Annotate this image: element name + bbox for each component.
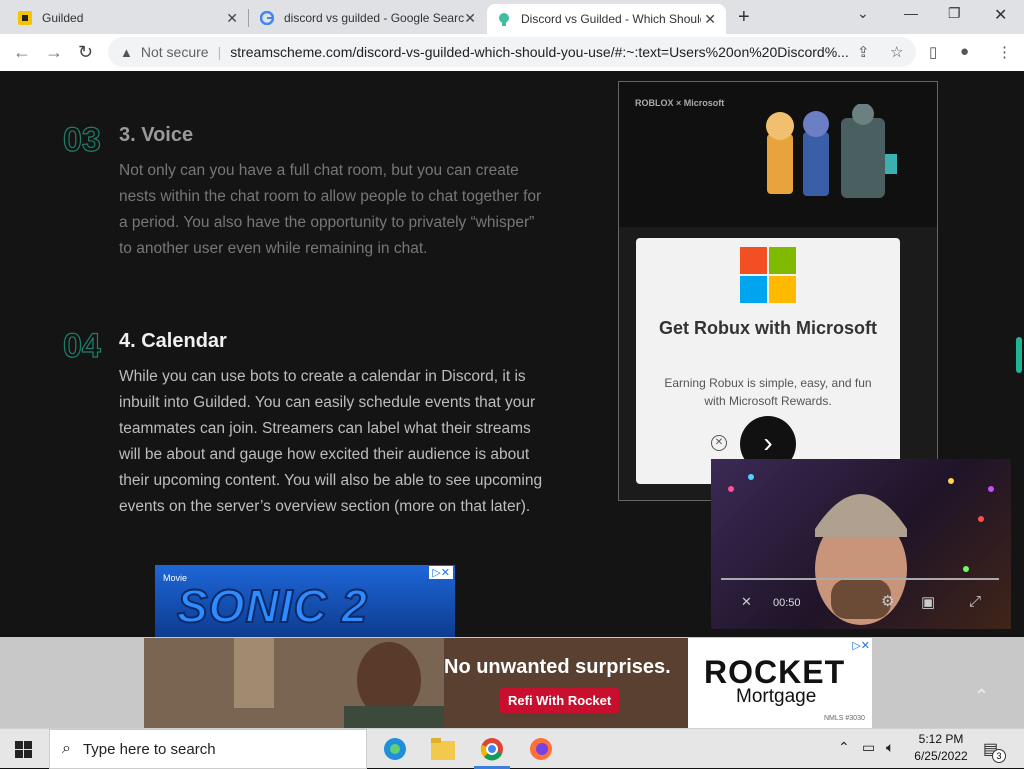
ad-photo bbox=[144, 638, 444, 728]
back-icon[interactable]: ← bbox=[13, 42, 31, 63]
tab-search-icon[interactable]: ⌄ bbox=[857, 5, 869, 22]
browser-chrome: Guilded ✕ discord vs guilded - Google Se… bbox=[0, 0, 1024, 71]
streamscheme-favicon-icon bbox=[499, 13, 509, 26]
section-number: 04 bbox=[62, 326, 101, 365]
tray-chevron-icon[interactable]: ⌃ bbox=[838, 739, 850, 756]
ad-choices-icon[interactable]: ▷✕ bbox=[429, 566, 453, 579]
url-text[interactable]: streamscheme.com/discord-vs-guilded-whic… bbox=[230, 44, 850, 60]
roblox-characters-image bbox=[766, 104, 897, 198]
section-body: While you can use bots to create a calen… bbox=[119, 368, 543, 515]
file-explorer-icon[interactable] bbox=[431, 738, 455, 760]
share-icon[interactable]: ⇪ bbox=[857, 43, 870, 61]
tab-discord-vs-guilded[interactable]: Discord vs Guilded - Which Should You Us… bbox=[487, 4, 726, 34]
new-tab-icon[interactable]: + bbox=[738, 6, 750, 29]
settings-icon[interactable]: ⚙ bbox=[881, 592, 894, 610]
video-time: 00:50 bbox=[773, 597, 801, 609]
security-label[interactable]: Not secure bbox=[141, 44, 209, 60]
section-number: 03 bbox=[62, 120, 101, 159]
guilded-favicon-icon bbox=[18, 11, 32, 25]
network-icon[interactable]: ▭ bbox=[862, 739, 875, 756]
search-icon: ⌕ bbox=[62, 740, 71, 757]
ad-card: Get Robux with Microsoft Earning Robux i… bbox=[636, 238, 900, 484]
scroll-up-icon[interactable]: ⌃ bbox=[974, 686, 989, 707]
search-placeholder: Type here to search bbox=[82, 740, 216, 758]
forward-icon[interactable]: → bbox=[45, 42, 63, 63]
address-bar[interactable]: ▲ Not secure | streamscheme.com/discord-… bbox=[108, 37, 916, 67]
picture-in-picture-icon[interactable]: ▣ bbox=[921, 593, 935, 611]
ad-cta-button[interactable]: Refi With Rocket bbox=[500, 688, 620, 713]
restore-icon[interactable]: ❐ bbox=[948, 5, 961, 22]
ad-close-icon[interactable]: ✕ bbox=[711, 435, 727, 451]
ad-title: SONIC 2 bbox=[176, 579, 369, 633]
warning-icon[interactable]: ▲ bbox=[120, 45, 133, 60]
firefox-icon[interactable] bbox=[529, 737, 553, 761]
edge-icon[interactable] bbox=[383, 737, 407, 761]
google-favicon-icon bbox=[260, 11, 274, 25]
microsoft-logo-icon bbox=[740, 247, 796, 303]
mute-icon[interactable]: ✕ bbox=[741, 594, 752, 610]
tab-guilded[interactable]: Guilded ✕ bbox=[8, 4, 248, 32]
ad-headline: No unwanted surprises. bbox=[444, 656, 671, 678]
sonic-movie-ad[interactable]: Movie SONIC 2 ▷✕ bbox=[155, 565, 455, 637]
streamer-video-frame bbox=[728, 474, 994, 625]
divider: | bbox=[217, 44, 222, 60]
scrollbar-thumb[interactable] bbox=[1016, 337, 1022, 373]
page-content: 03 3. Voice Not only can you have a full… bbox=[0, 71, 1024, 637]
volume-icon[interactable]: 🔈︎ bbox=[886, 739, 894, 756]
rocket-mortgage-ad[interactable]: No unwanted surprises. Refi With Rocket … bbox=[144, 638, 872, 728]
windows-taskbar: ⌕ Type here to search ⌃ ▭ 🔈︎ 5:12 PM 6/2… bbox=[0, 728, 1024, 769]
ad-brand: ROBLOX × Microsoft bbox=[635, 98, 725, 108]
notification-count: 3 bbox=[992, 749, 1006, 763]
ad-title: Get Robux with Microsoft bbox=[659, 318, 877, 338]
tab-title: Guilded bbox=[42, 11, 84, 25]
section-heading: 3. Voice bbox=[119, 124, 194, 146]
ad-choices-icon[interactable]: ▷✕ bbox=[852, 639, 870, 652]
tab-title: Discord vs Guilded - Which Should You Us… bbox=[521, 12, 701, 26]
close-window-icon[interactable]: ✕ bbox=[994, 5, 1007, 25]
tab-google-search[interactable]: discord vs guilded - Google Search ✕ bbox=[250, 4, 486, 32]
toolbar: ← → ↻ ▲ Not secure | streamscheme.com/di… bbox=[0, 34, 1024, 71]
clock-time[interactable]: 5:12 PM bbox=[916, 732, 966, 746]
microsoft-robux-ad[interactable]: ROBLOX × Microsoft Get Robux with Micros… bbox=[618, 81, 938, 501]
windows-start-icon[interactable] bbox=[15, 741, 32, 758]
profile-icon[interactable]: ● bbox=[960, 43, 969, 60]
nmls-label: NMLS #3030 bbox=[824, 715, 865, 722]
ad-subtitle: Earning Robux is simple, easy, and fun w… bbox=[664, 376, 872, 408]
mortgage-label: Mortgage bbox=[736, 686, 817, 707]
close-tab-icon[interactable]: ✕ bbox=[704, 11, 716, 28]
floating-video-player[interactable]: 00:50 ✕ ⚙ ▣ ⤢ bbox=[711, 459, 1011, 629]
taskbar-search-box[interactable]: ⌕ Type here to search bbox=[49, 729, 367, 769]
bookmark-star-icon[interactable]: ☆ bbox=[890, 43, 903, 61]
section-heading: 4. Calendar bbox=[119, 330, 227, 352]
section-body: Not only can you have a full chat room, … bbox=[119, 162, 542, 257]
close-tab-icon[interactable]: ✕ bbox=[464, 10, 476, 27]
close-tab-icon[interactable]: ✕ bbox=[226, 10, 238, 27]
tab-title: discord vs guilded - Google Search bbox=[284, 11, 464, 25]
minimize-icon[interactable]: — bbox=[904, 5, 918, 21]
fullscreen-icon[interactable]: ⤢ bbox=[969, 593, 981, 610]
reload-icon[interactable]: ↻ bbox=[78, 42, 93, 63]
clock-date[interactable]: 6/25/2022 bbox=[912, 749, 970, 763]
menu-icon[interactable]: ⋮ bbox=[997, 43, 1012, 61]
side-panel-icon[interactable]: ▯ bbox=[929, 43, 937, 61]
chrome-icon[interactable] bbox=[480, 737, 504, 761]
roblox-banner: ROBLOX × Microsoft bbox=[619, 82, 937, 227]
